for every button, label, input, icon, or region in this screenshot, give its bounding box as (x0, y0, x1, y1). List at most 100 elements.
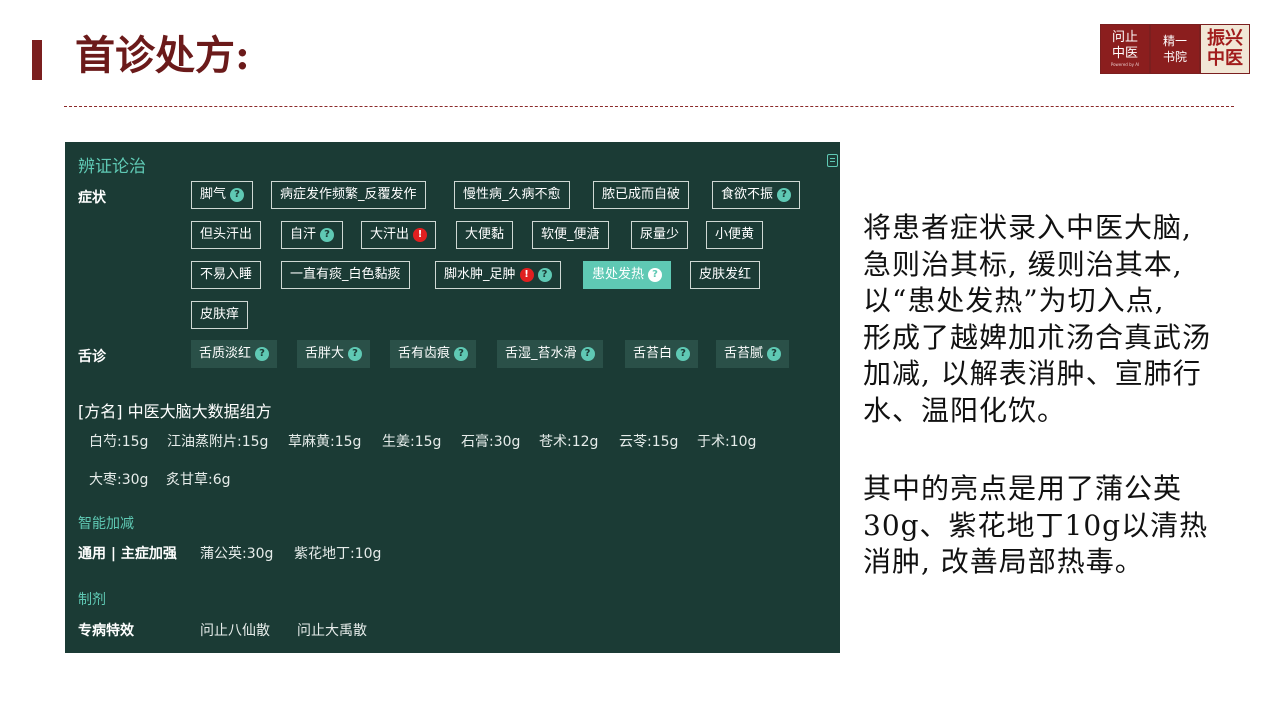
description-line: 急则治其标, 缓则治其本, (863, 247, 1183, 281)
symptom-tag-label: 皮肤发红 (699, 267, 752, 282)
symptom-tag[interactable]: 脓已成而自破 (593, 181, 690, 209)
symptom-tag[interactable]: 患处发热? (583, 261, 672, 289)
help-icon[interactable]: ? (777, 188, 792, 202)
logo-jingyi-line2: 书院 (1162, 50, 1187, 64)
brand-logos: 问止 中医 Powered by AI 精一 书院 振兴 中医 (1100, 24, 1250, 74)
herb-item: 草麻黄:15g (288, 434, 362, 450)
smart-adjust-label: 通用 | 主症加强 (78, 546, 177, 562)
logo-jingyi-line1: 精一 (1162, 34, 1187, 48)
tongue-tag[interactable]: 舌质淡红? (191, 340, 278, 368)
tongue-tag[interactable]: 舌有齿痕? (390, 340, 477, 368)
logo-wenzhi: 问止 中医 Powered by AI (1100, 24, 1150, 74)
symptom-tag-label: 脚气 (200, 187, 227, 202)
description-line: 30g、紫花地丁10g以清热 (863, 508, 1209, 542)
logo-zhenxing-line1: 振兴 (1207, 28, 1243, 49)
warning-icon[interactable]: ! (413, 228, 428, 242)
symptom-tag[interactable]: 慢性病_久病不愈 (454, 181, 570, 209)
symptom-tag[interactable]: 但头汗出 (191, 221, 262, 249)
description-line: 消肿, 改善局部热毒。 (863, 545, 1144, 578)
symptom-tag-label: 病症发作频繁_反覆发作 (280, 187, 417, 202)
document-icon[interactable] (827, 154, 838, 167)
help-icon[interactable]: ? (320, 228, 335, 242)
tongue-tag-label: 舌有齿痕 (398, 346, 451, 361)
tongue-tag-label: 舌湿_苔水滑 (505, 346, 577, 361)
help-icon[interactable]: ? (255, 347, 270, 361)
tongue-label: 舌诊 (78, 349, 106, 365)
symptom-tag-label: 慢性病_久病不愈 (463, 187, 561, 202)
smart-item: 紫花地丁:10g (294, 546, 382, 562)
symptom-tag[interactable]: 脚水肿_足肿!? (435, 261, 561, 289)
help-icon[interactable]: ? (767, 347, 782, 361)
symptom-tag-label: 尿量少 (640, 227, 680, 242)
herb-item: 云苓:15g (619, 434, 679, 450)
help-icon[interactable]: ? (648, 268, 663, 282)
symptom-tag-label: 脚水肿_足肿 (444, 267, 516, 282)
symptom-tag[interactable]: 病症发作频繁_反覆发作 (271, 181, 426, 209)
diagnosis-panel: 辨证论治 症状 脚气? 病症发作频繁_反覆发作 慢性病_久病不愈 脓已成而自破 食欲不振… (65, 142, 840, 653)
description-line: 加减, 以解表消肿、宣肺行 (863, 357, 1202, 390)
tongue-tag[interactable]: 舌苔白? (625, 340, 699, 368)
logo-wenzhi-line1: 问止 (1111, 30, 1138, 45)
help-icon[interactable]: ? (454, 347, 469, 361)
smart-item: 蒲公英:30g (200, 546, 274, 562)
help-icon[interactable]: ? (230, 188, 245, 202)
symptom-tag[interactable]: 不易入睡 (191, 261, 262, 289)
logo-zhenxing: 振兴 中医 (1200, 24, 1250, 74)
herb-item: 炙甘草:6g (166, 472, 231, 488)
symptom-tag-label: 但头汗出 (200, 227, 253, 242)
herb-item: 石膏:30g (461, 434, 521, 450)
symptom-tag[interactable]: 自汗? (281, 221, 344, 249)
formula-name: [方名] 中医大脑大数据组方 (78, 402, 272, 421)
symptom-tag-label: 患处发热 (592, 267, 645, 282)
tongue-tag-label: 舌苔腻 (724, 346, 764, 361)
logo-zhenxing-line2: 中医 (1207, 48, 1243, 69)
tongue-tag-label: 舌质淡红 (199, 346, 252, 361)
symptom-tag[interactable]: 小便黄 (706, 221, 764, 249)
symptom-tag[interactable]: 软便_便溏 (532, 221, 609, 249)
warning-icon[interactable]: ! (519, 268, 534, 282)
symptom-tag-label: 小便黄 (715, 227, 755, 242)
page-title: 首诊处方: (75, 32, 250, 79)
description-line: 其中的亮点是用了蒲公英 (863, 472, 1183, 505)
symptom-tag-label: 大便黏 (465, 227, 505, 242)
symptom-tag-label: 皮肤痒 (200, 307, 240, 322)
preparation-item[interactable]: 问止八仙散 (200, 620, 270, 640)
description-line: 形成了越婢加朮汤合真武汤 (863, 320, 1212, 354)
symptom-tag[interactable]: 皮肤痒 (191, 301, 249, 329)
herb-item: 江油蒸附片:15g (167, 434, 269, 450)
description-line: 将患者症状录入中医大脑, (863, 211, 1192, 244)
smart-adjust-section: 智能加减 (78, 516, 134, 532)
title-accent-bar (32, 40, 42, 80)
symptom-tag[interactable]: 一直有痰_白色黏痰 (281, 261, 410, 289)
help-icon[interactable]: ? (537, 268, 552, 282)
herb-item: 白芍:15g (89, 434, 149, 450)
symptom-tag[interactable]: 尿量少 (631, 221, 689, 249)
symptom-tag[interactable]: 食欲不振? (712, 181, 801, 209)
help-icon[interactable]: ? (348, 347, 363, 361)
symptom-tag-label: 一直有痰_白色黏痰 (290, 267, 401, 282)
symptom-tag[interactable]: 脚气? (191, 181, 254, 209)
help-icon[interactable]: ? (676, 347, 691, 361)
symptom-tag[interactable]: 皮肤发红 (690, 261, 761, 289)
symptoms-label: 症状 (78, 190, 106, 206)
tongue-tag[interactable]: 舌胖大? (297, 340, 371, 368)
herb-item: 生姜:15g (382, 434, 442, 450)
header-divider (64, 106, 1234, 107)
tongue-tag[interactable]: 舌苔腻? (716, 340, 790, 368)
symptom-tag-label: 不易入睡 (200, 267, 253, 282)
symptom-tag-label: 软便_便溏 (541, 227, 600, 242)
herb-item: 于术:10g (697, 434, 757, 450)
tongue-tag-label: 舌苔白 (633, 346, 673, 361)
symptom-tag-label: 食欲不振 (721, 187, 774, 202)
tongue-tag[interactable]: 舌湿_苔水滑? (497, 340, 603, 368)
preparation-section: 制剂 (78, 592, 106, 608)
preparation-item[interactable]: 问止大禹散 (297, 620, 367, 640)
symptom-tag[interactable]: 大便黏 (456, 221, 514, 249)
herb-item: 大枣:30g (89, 472, 149, 488)
symptom-tag-label: 大汗出 (370, 227, 410, 242)
description-line: 以“患处发热”为切入点, (863, 284, 1165, 317)
description-line: 水、温阳化饮。 (863, 393, 1067, 427)
symptom-tag[interactable]: 大汗出! (361, 221, 437, 249)
herb-item: 苍术:12g (539, 434, 599, 450)
help-icon[interactable]: ? (580, 347, 595, 361)
